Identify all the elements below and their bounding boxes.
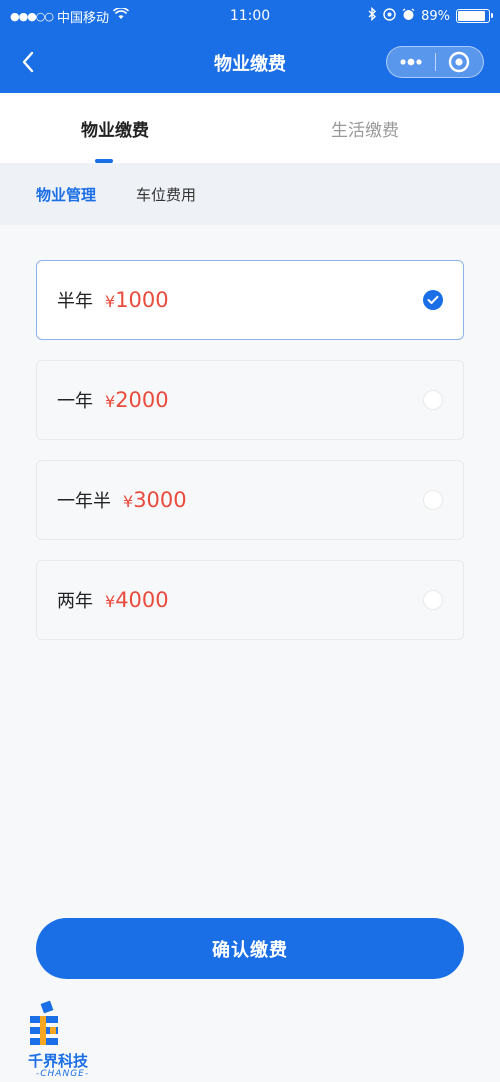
unchecked-radio-icon[interactable] [423, 390, 443, 410]
option-price: ¥2000 [105, 388, 169, 412]
nav-bar: 物业缴费 [0, 32, 500, 93]
battery-percent: 89% [421, 8, 450, 24]
option-price: ¥4000 [105, 588, 169, 612]
status-time: 11:00 [229, 8, 271, 24]
tab-living-fee[interactable]: 生活缴费 [230, 93, 500, 163]
miniprogram-capsule [386, 46, 484, 78]
unchecked-radio-icon[interactable] [423, 490, 443, 510]
option-half-year[interactable]: 半年 ¥1000 [36, 260, 464, 340]
page-title: 物业缴费 [214, 53, 286, 75]
option-label: 一年 [57, 391, 93, 412]
checked-radio-icon[interactable] [423, 290, 443, 310]
option-two-years[interactable]: 两年 ¥4000 [36, 560, 464, 640]
sub-tabs: 物业管理 车位费用 [0, 163, 500, 225]
back-button[interactable] [14, 48, 42, 76]
unchecked-radio-icon[interactable] [423, 590, 443, 610]
more-dots-icon [400, 58, 422, 66]
option-label: 一年半 [57, 491, 111, 512]
option-one-year[interactable]: 一年 ¥2000 [36, 360, 464, 440]
status-bar: ●●●○○ 中国移动 11:00 89% [0, 0, 500, 32]
option-price: ¥3000 [123, 488, 187, 512]
bluetooth-icon [368, 6, 377, 25]
option-one-and-half-year[interactable]: 一年半 ¥3000 [36, 460, 464, 540]
battery-icon [456, 9, 493, 23]
subtab-property-management[interactable]: 物业管理 [36, 184, 96, 205]
confirm-payment-button[interactable]: 确认缴费 [36, 918, 464, 979]
payment-options: 半年 ¥1000 一年 ¥2000 一年半 ¥3000 两年 ¥4000 [36, 260, 464, 660]
logo-mark-icon [30, 1000, 58, 1045]
chevron-left-icon [22, 51, 34, 73]
brand-logo: 千界科技 -CHANGE- [28, 1000, 110, 1080]
signal-icon: ●●●○○ [10, 9, 54, 23]
carrier-name: 中国移动 [57, 10, 110, 26]
more-button[interactable] [387, 47, 435, 77]
tab-property-fee[interactable]: 物业缴费 [0, 93, 230, 163]
close-miniprogram-button[interactable] [436, 47, 484, 77]
alarm-icon [402, 7, 415, 25]
wifi-icon [112, 7, 130, 24]
option-label: 半年 [57, 291, 93, 312]
option-label: 两年 [57, 591, 93, 612]
location-icon [383, 7, 396, 25]
logo-text: 千界科技 [28, 1052, 89, 1070]
main-tabs: 物业缴费 生活缴费 [0, 93, 500, 163]
target-icon [449, 51, 470, 73]
logo-subtext: -CHANGE- [36, 1069, 90, 1079]
subtab-parking-fee[interactable]: 车位费用 [136, 184, 196, 205]
option-price: ¥1000 [105, 288, 169, 312]
